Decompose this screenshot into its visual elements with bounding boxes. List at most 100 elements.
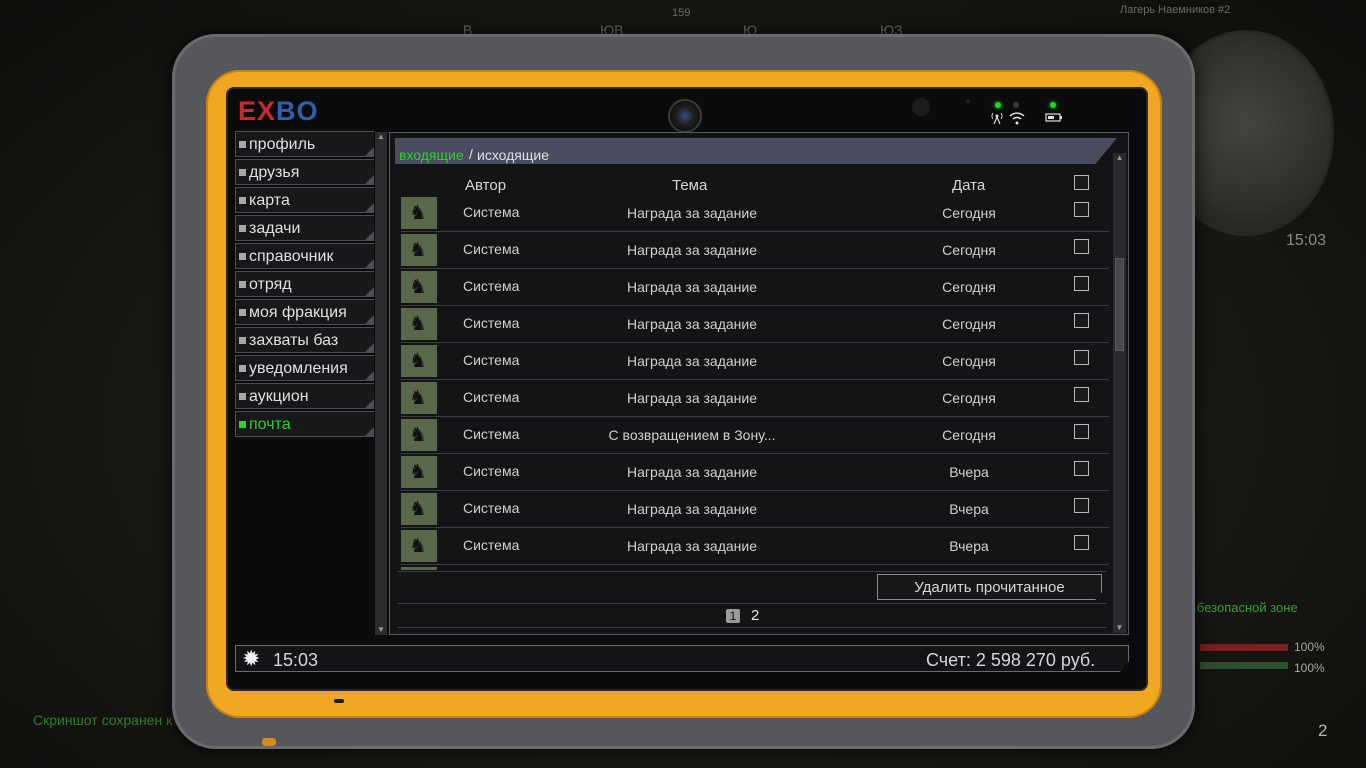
mail-list: ♞ Система Награда за задание Сегодня ♞ Систем… (401, 195, 1109, 570)
mail-select-checkbox[interactable] (1074, 498, 1089, 513)
sender-avatar-icon: ♞ (401, 308, 437, 340)
column-subject[interactable]: Тема (672, 177, 707, 194)
page-2-button[interactable]: 2 (751, 607, 759, 624)
mail-author: Система (463, 500, 520, 516)
sender-avatar-icon: ♞ (401, 493, 437, 525)
ammo-count: 2 (1318, 721, 1328, 740)
mail-row[interactable]: ♞ Система Награда за задание Сегодня (401, 343, 1109, 380)
menu-item-label: задачи (249, 220, 301, 237)
figure-icon: ♞ (409, 313, 427, 335)
bullet-icon (239, 393, 246, 400)
bullet-icon (239, 421, 246, 428)
menu-item-map[interactable]: карта (235, 187, 374, 213)
mail-date: Сегодня (942, 279, 996, 295)
mail-select-checkbox[interactable] (1074, 313, 1089, 328)
mail-subject: Награда за задание (626, 464, 757, 480)
network-led (995, 102, 1001, 108)
scroll-up-icon[interactable]: ▲ (375, 132, 387, 142)
column-date[interactable]: Дата (952, 177, 985, 194)
tab-inbox[interactable]: входящие (399, 147, 464, 163)
mail-select-checkbox[interactable] (1074, 202, 1089, 217)
mail-select-checkbox[interactable] (1074, 387, 1089, 402)
bullet-icon (239, 337, 246, 344)
figure-icon: ♞ (409, 387, 427, 409)
mail-row-partial[interactable] (401, 565, 1109, 570)
mail-select-checkbox[interactable] (1074, 350, 1089, 365)
mail-select-checkbox[interactable] (1074, 239, 1089, 254)
mail-select-checkbox[interactable] (1074, 276, 1089, 291)
mail-subject: Награда за задание (626, 205, 757, 221)
bullet-icon (239, 281, 246, 288)
mail-author: Система (463, 315, 520, 331)
mail-subject: Награда за задание (626, 316, 757, 332)
mail-row[interactable]: ♞ Система Награда за задание Вчера (401, 528, 1109, 565)
pager-divider (397, 603, 1107, 604)
figure-icon: ♞ (409, 535, 427, 557)
power-indicator (334, 699, 344, 703)
tab-outbox[interactable]: исходящие (477, 147, 549, 163)
menu-item-squad[interactable]: отряд (235, 271, 374, 297)
mail-row[interactable]: ♞ Система Награда за задание Сегодня (401, 269, 1109, 306)
wifi-led (1013, 102, 1019, 108)
mail-subject: Награда за задание (626, 279, 757, 295)
sender-avatar-icon: ♞ (401, 345, 437, 377)
tablet-menu: профиль друзья карта задачи справочник о… (235, 131, 374, 439)
list-divider (397, 571, 1107, 572)
menu-item-my-faction[interactable]: моя фракция (235, 299, 374, 325)
menu-item-friends[interactable]: друзья (235, 159, 374, 185)
sun-icon: ✹ (242, 646, 261, 671)
menu-item-profile[interactable]: профиль (235, 131, 374, 157)
mail-date: Сегодня (942, 316, 996, 332)
location-name: Лагерь Наемников #2 (1120, 4, 1231, 16)
menu-item-tasks[interactable]: задачи (235, 215, 374, 241)
mail-select-checkbox[interactable] (1074, 461, 1089, 476)
menu-scrollbar[interactable]: ▲ ▼ (375, 132, 387, 635)
mail-row[interactable]: ♞ Система Награда за задание Сегодня (401, 306, 1109, 343)
column-author[interactable]: Автор (465, 177, 506, 194)
bullet-icon (239, 253, 246, 260)
side-button (262, 738, 276, 746)
mail-row[interactable]: ♞ Система Награда за задание Вчера (401, 454, 1109, 491)
health-value: 100% (1294, 640, 1325, 654)
menu-item-reference[interactable]: справочник (235, 243, 374, 269)
scroll-down-icon[interactable]: ▼ (375, 625, 387, 635)
page-1-button[interactable]: 1 (726, 609, 740, 623)
delete-read-button[interactable]: Удалить прочитанное (877, 574, 1102, 600)
mail-select-checkbox[interactable] (1074, 535, 1089, 550)
screenshot-notice: Скриншот сохранен к (33, 712, 173, 728)
menu-item-notifications[interactable]: уведомления (235, 355, 374, 381)
figure-icon: ♞ (409, 350, 427, 372)
menu-item-base-captures[interactable]: захваты баз (235, 327, 374, 353)
mail-date: Вчера (949, 538, 989, 554)
logo-left: EX (238, 96, 277, 126)
mail-author: Система (463, 278, 520, 294)
select-all-checkbox[interactable] (1074, 175, 1089, 190)
mail-row[interactable]: ♞ Система Награда за задание Сегодня (401, 195, 1109, 232)
sender-avatar-icon: ♞ (401, 271, 437, 303)
bullet-icon (239, 365, 246, 372)
scroll-down-icon[interactable]: ▼ (1113, 623, 1126, 633)
sender-avatar-icon: ♞ (401, 382, 437, 414)
mail-author: Система (463, 389, 520, 405)
bottom-divider (397, 627, 1107, 628)
bullet-icon (239, 225, 246, 232)
mail-select-checkbox[interactable] (1074, 424, 1089, 439)
mail-date: Сегодня (942, 242, 996, 258)
mail-author: Система (463, 204, 520, 220)
menu-item-mail[interactable]: почта (235, 411, 374, 437)
mail-author: Система (463, 352, 520, 368)
bullet-icon (239, 169, 246, 176)
scroll-up-icon[interactable]: ▲ (1113, 153, 1126, 163)
mail-row[interactable]: ♞ Система С возвращением в Зону... Сегодня (401, 417, 1109, 454)
mail-row[interactable]: ♞ Система Награда за задание Вчера (401, 491, 1109, 528)
health-bar (1200, 644, 1288, 651)
menu-item-auction[interactable]: аукцион (235, 383, 374, 409)
mail-row[interactable]: ♞ Система Награда за задание Сегодня (401, 380, 1109, 417)
mail-author: Система (463, 537, 520, 553)
mail-date: Сегодня (942, 205, 996, 221)
mail-scrollbar[interactable]: ▲ ▼ (1113, 153, 1126, 633)
menu-item-label: захваты баз (249, 332, 339, 349)
mail-row[interactable]: ♞ Система Награда за задание Сегодня (401, 232, 1109, 269)
battery-led (1050, 102, 1056, 108)
scroll-thumb[interactable] (1115, 258, 1124, 351)
